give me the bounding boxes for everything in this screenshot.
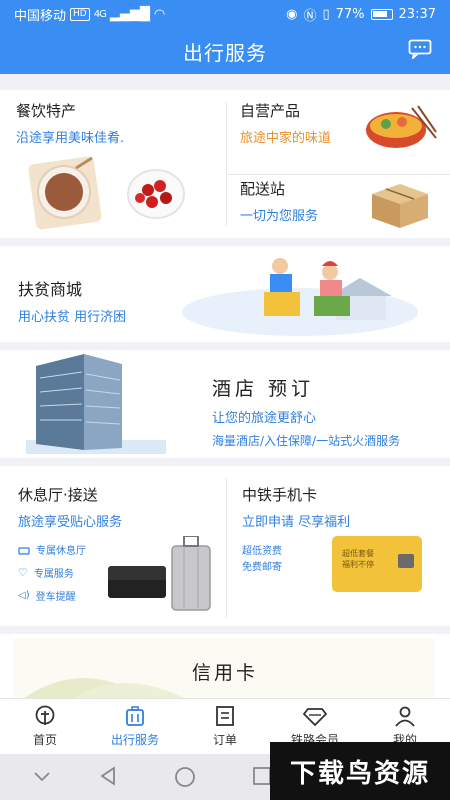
hotel-title: 酒店 预订: [212, 378, 315, 400]
divider: [226, 478, 227, 618]
feature-label: 专属休息厅: [36, 546, 86, 557]
sim-card-title: 中铁手机卡: [242, 486, 318, 504]
noodle-bowl-image: [366, 105, 437, 148]
farmers-illustration: [182, 258, 418, 336]
status-bar: 中国移动 HD 4G ▂▄▆█ ◠ ◉ Ⓝ ▯ 77% 23:37: [0, 0, 450, 28]
hotel-building-image: [26, 354, 166, 454]
divider: [226, 174, 450, 175]
message-icon[interactable]: [408, 39, 432, 59]
wifi-icon: ◠: [153, 6, 166, 22]
catering-card[interactable]: 餐饮特产 沿途享用美味佳肴.: [16, 100, 226, 238]
self-products-title: 自营产品: [240, 102, 301, 120]
catering-subtitle: 沿途享用美味佳肴.: [16, 131, 125, 146]
eye-icon: ◉: [286, 6, 298, 22]
parcel-box-image: [372, 184, 428, 228]
collapse-icon[interactable]: [32, 770, 52, 784]
feature-label: 登车提醒: [35, 592, 76, 603]
luggage-icon: [126, 706, 144, 726]
sim-card-subtitle: 立即申请 尽享福利: [242, 515, 351, 530]
order-list-icon: [216, 706, 234, 726]
lounge-subtitle: 旅途享受贴心服务: [18, 515, 123, 530]
signal-icon: ▂▄▆█: [109, 6, 150, 22]
battery-icon: [370, 8, 393, 20]
heart-icon: ♡: [18, 566, 28, 579]
page-title: 出行服务: [183, 40, 267, 65]
app-header: 出行服务: [0, 28, 450, 74]
self-products-card[interactable]: 自营产品 旅途中家的味道: [240, 100, 331, 146]
carrier-label: 中国移动: [14, 8, 67, 24]
nav-label: 首页: [32, 733, 57, 747]
speaker-icon: ◁): [18, 590, 30, 601]
sim-chip-icon: [398, 554, 414, 568]
home-train-icon: [35, 705, 55, 725]
delivery-card[interactable]: 配送站 一切为您服务: [240, 178, 318, 224]
nav-travel-services[interactable]: 出行服务: [90, 699, 180, 754]
divider: [226, 102, 227, 226]
porridge-and-dates-image: [28, 156, 185, 230]
sofa-and-suitcase-image: [108, 536, 211, 611]
credit-card-title: 信用卡: [191, 662, 258, 684]
poverty-mall-subtitle: 用心扶贫 用行济困: [18, 310, 127, 325]
network-label: 4G: [93, 8, 107, 20]
diamond-icon: [303, 708, 327, 727]
delivery-title: 配送站: [240, 180, 286, 198]
nfc-icon: Ⓝ: [303, 8, 317, 24]
back-icon[interactable]: [98, 766, 118, 786]
main-content: 餐饮特产 沿途享用美味佳肴. 自营产品 旅途中家的味道 配送站 一切为您服务 扶…: [0, 74, 450, 698]
poverty-mall-title: 扶贫商城: [18, 280, 83, 299]
credit-card-card[interactable]: 信用卡: [0, 634, 450, 698]
battery-percent: 77%: [335, 6, 365, 22]
sim-card-image: 超低套餐 福利不停: [332, 536, 422, 592]
poverty-mall-card[interactable]: 扶贫商城 用心扶贫 用行济困: [0, 246, 450, 342]
services-section: 休息厅·接送 旅途享受贴心服务 专属休息厅 ♡ 专属服务 ◁) 登车提醒 中铁手…: [0, 466, 450, 626]
hotel-description: 海量酒店/入住保障/一站式火酒服务: [212, 434, 401, 448]
home-circle-icon[interactable]: [174, 766, 196, 788]
delivery-subtitle: 一切为您服务: [240, 209, 319, 224]
nav-orders[interactable]: 订单: [180, 699, 270, 754]
clock: 23:37: [398, 6, 436, 22]
feature-label: 专属服务: [33, 569, 74, 580]
hotel-card[interactable]: 酒店 预订 让您的旅途更舒心 海量酒店/入住保障/一站式火酒服务: [0, 350, 450, 458]
vibrate-icon: ▯: [322, 6, 330, 22]
self-products-subtitle: 旅途中家的味道: [240, 131, 332, 146]
nav-label: 订单: [212, 733, 237, 747]
hd-badge: HD: [70, 7, 90, 21]
lounge-title: 休息厅·接送: [18, 486, 98, 504]
food-section: 餐饮特产 沿途享用美味佳肴. 自营产品 旅途中家的味道 配送站 一切为您服务: [0, 90, 450, 238]
hotel-subtitle: 让您的旅途更舒心: [212, 411, 317, 426]
sofa-icon: [18, 546, 30, 555]
recent-apps-icon[interactable]: [252, 766, 272, 786]
catering-title: 餐饮特产: [16, 102, 77, 120]
person-icon: [395, 706, 415, 727]
nav-label: 出行服务: [110, 733, 159, 747]
watermark-text: 下载鸟资源: [270, 742, 450, 800]
nav-home[interactable]: 首页: [0, 699, 90, 754]
